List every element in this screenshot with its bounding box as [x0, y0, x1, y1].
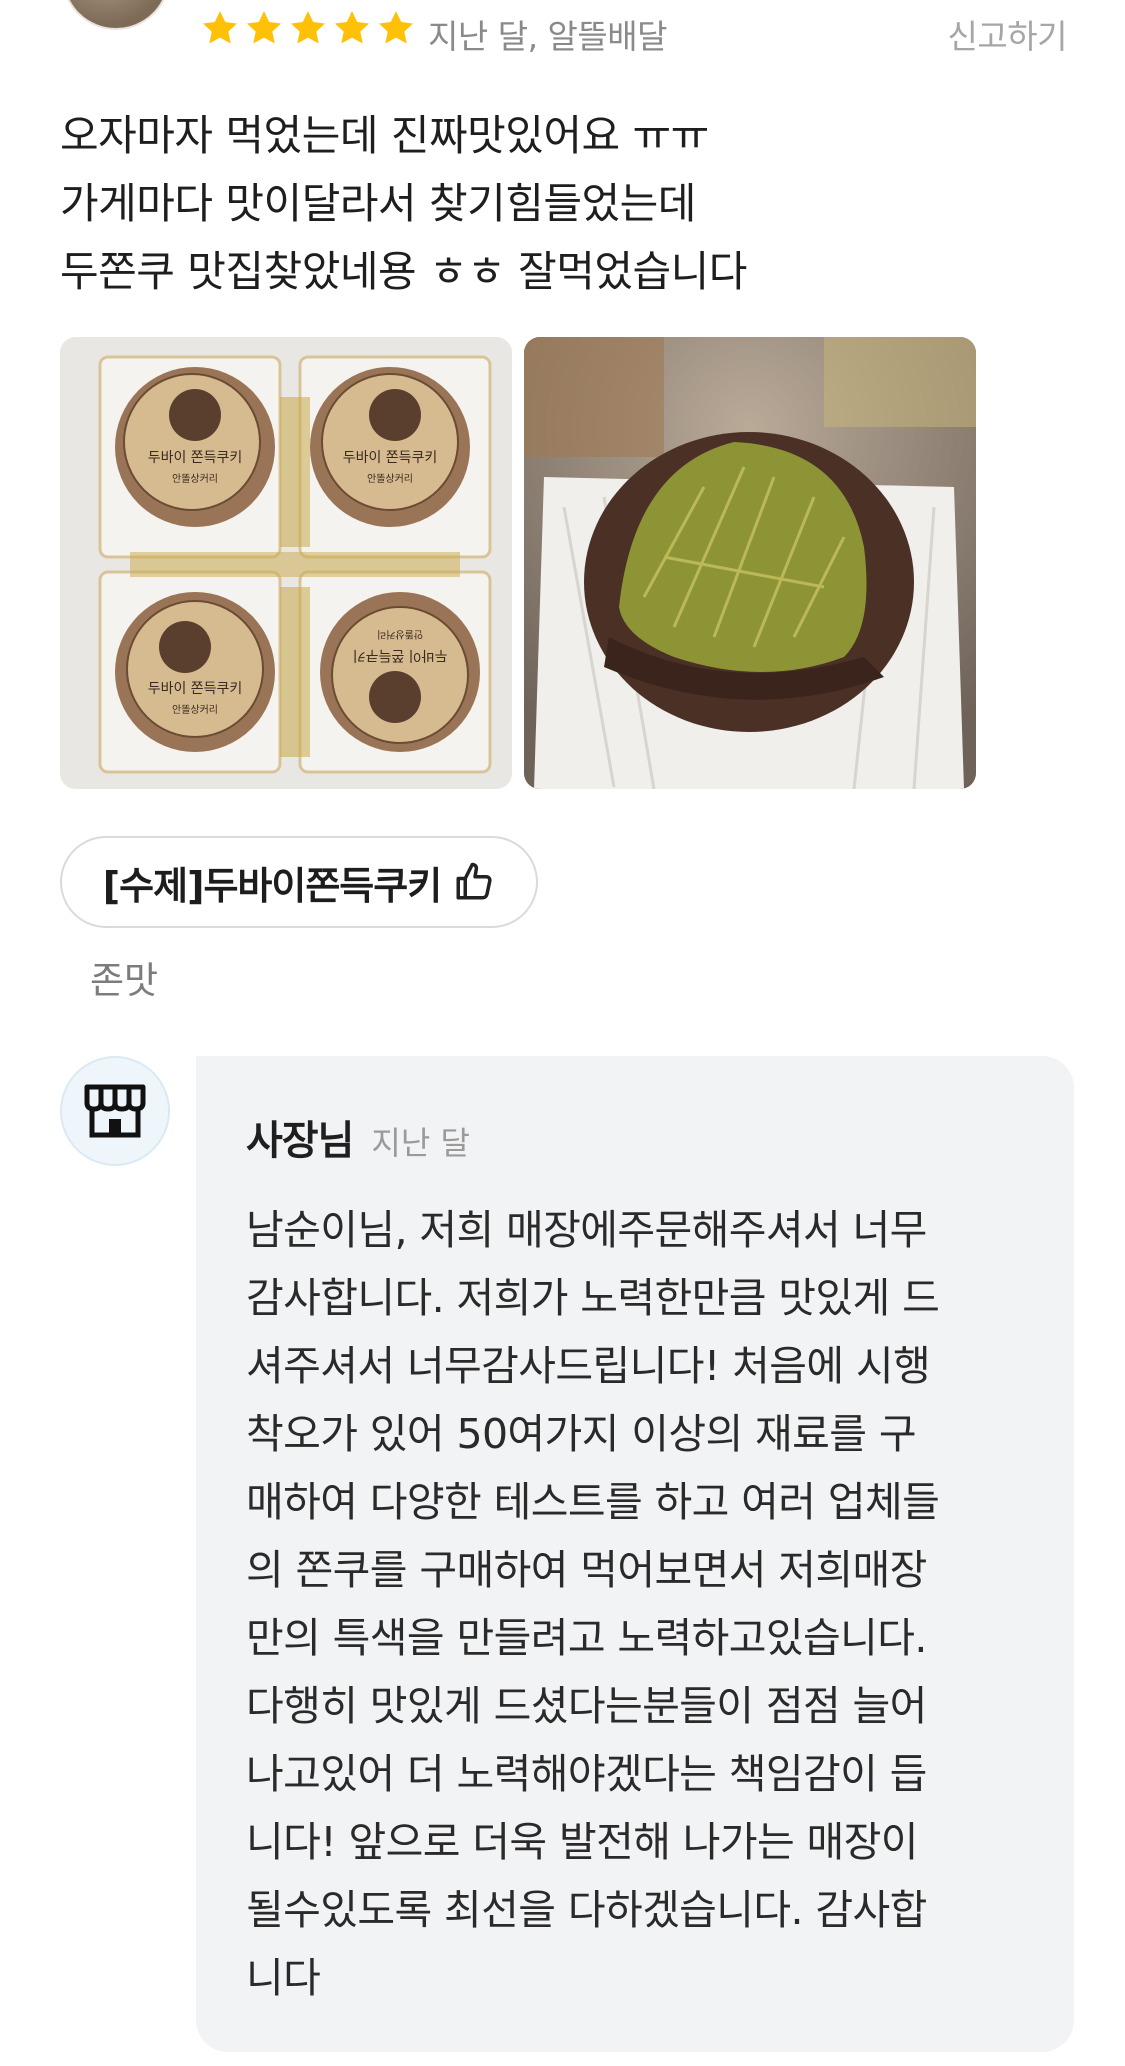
cookie-cross-section-image: [524, 337, 976, 789]
thumbs-up-icon: [456, 862, 492, 900]
reviewer-avatar[interactable]: [62, 0, 170, 30]
menu-tag-label: [수제]두바이쫀득쿠키: [102, 863, 442, 908]
star-icon: [247, 11, 281, 44]
reply-text-line: 의 쫀쿠를 구매하여 먹어보면서 저희매장: [246, 1546, 927, 1594]
cookie-label: 두바이 쫀득쿠키: [343, 450, 438, 466]
reply-text-line: 니다! 앞으로 더욱 발전해 나가는 매장이: [246, 1818, 919, 1866]
reply-header: 사장님 지난 달: [246, 1108, 470, 1166]
cookie-sublabel: 안똘상커리: [367, 473, 413, 485]
star-icon: [379, 11, 413, 44]
review-meta: 지난 달, 알뜰배달: [428, 17, 668, 56]
reply-text: 남순이님, 저희 매장에주문해주셔서 너무 감사합니다. 저희가 노력한만큼 맛…: [246, 1196, 1046, 2012]
star-rating: [200, 8, 416, 48]
store-icon: [84, 1084, 146, 1138]
reply-text-line: 다행히 맛있게 드셨다는분들이 점점 늘어: [246, 1682, 927, 1730]
cookies-photo-image: 두바이 쫀득쿠키 안똘상커리 두바이 쫀득쿠키 안똘상커리 두바이 쫀득쿠키 안…: [60, 337, 512, 789]
reply-text-line: 셔주셔서 너무감사드립니다! 처음에 시행: [246, 1342, 931, 1390]
owner-reply-box: 사장님 지난 달 남순이님, 저희 매장에주문해주셔서 너무 감사합니다. 저희…: [196, 1056, 1074, 2052]
cookie-sublabel: 안똘상커리: [172, 473, 218, 485]
reply-text-line: 남순이님, 저희 매장에주문해주셔서 너무: [246, 1206, 927, 1254]
reply-text-line: 니다: [246, 1954, 321, 2002]
cookie-label: 두바이 쫀득쿠키: [148, 681, 243, 697]
star-icon: [291, 11, 325, 44]
review-text: 오자마자 먹었는데 진짜맛있어요 ㅠㅠ 가게마다 맛이달라서 찾기힘들었는데 두…: [60, 102, 1060, 306]
review-photo-2[interactable]: [524, 337, 976, 789]
review-page: 지난 달, 알뜰배달 신고하기 오자마자 먹었는데 진짜맛있어요 ㅠㅠ 가게마다…: [0, 0, 1125, 2066]
reply-time: 지난 달: [371, 1124, 470, 1162]
report-button[interactable]: 신고하기: [948, 10, 1068, 58]
reply-text-line: 매하여 다양한 테스트를 하고 여러 업체들: [246, 1478, 940, 1526]
cookie-label: 두바이 쫀득쿠키: [353, 647, 448, 663]
review-text-line: 오자마자 먹었는데 진짜맛있어요 ㅠㅠ: [60, 111, 709, 160]
review-photo-1[interactable]: 두바이 쫀득쿠키 안똘상커리 두바이 쫀득쿠키 안똘상커리 두바이 쫀득쿠키 안…: [60, 337, 512, 789]
star-icon: [203, 11, 237, 44]
reply-text-line: 만의 특색을 만들려고 노력하고있습니다.: [246, 1614, 927, 1662]
review-text-line: 두쫀쿠 맛집찾았네용 ㅎㅎ 잘먹었습니다: [60, 247, 747, 296]
owner-avatar: [60, 1056, 170, 1166]
menu-comment: 존맛: [90, 959, 159, 1002]
menu-tag-button[interactable]: [수제]두바이쫀득쿠키: [60, 836, 538, 928]
reply-text-line: 될수있도록 최선을 다하겠습니다. 감사합: [246, 1886, 927, 1934]
reply-author: 사장님: [246, 1118, 354, 1164]
cookie-sublabel: 안똘상커리: [172, 704, 218, 716]
cookie-label: 두바이 쫀득쿠키: [148, 450, 243, 466]
cookie-sublabel: 안똘상커리: [377, 628, 423, 640]
review-text-line: 가게마다 맛이달라서 찾기힘들었는데: [60, 179, 696, 228]
reply-text-line: 감사합니다. 저희가 노력한만큼 맛있게 드: [246, 1274, 940, 1322]
reply-text-line: 착오가 있어 50여가지 이상의 재료를 구: [246, 1410, 917, 1458]
reply-text-line: 나고있어 더 노력해야겠다는 책임감이 듭: [246, 1750, 927, 1798]
star-icon: [335, 11, 369, 44]
